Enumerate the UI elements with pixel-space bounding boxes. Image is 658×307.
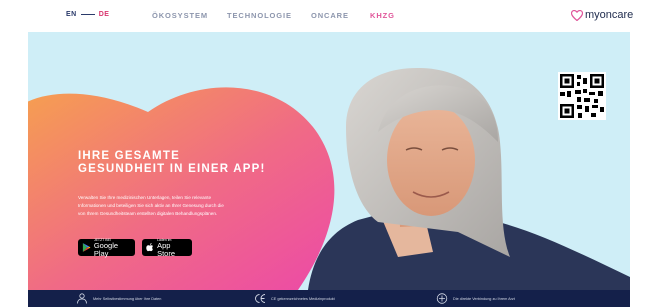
headline-line-1: IHRE GESAMTE	[78, 150, 180, 162]
qr-code-image	[558, 72, 606, 120]
description-line-3: von Ihrem Gesundheitsteam erstellten dig…	[78, 211, 218, 216]
lang-divider	[80, 14, 95, 15]
feature-item: Mehr Selbstbestimmung über Ihre Daten	[76, 293, 161, 304]
language-switcher: EN DE	[66, 11, 109, 18]
nav-link-technologie[interactable]: TECHNOLOGIE	[227, 11, 292, 20]
feature-bar: Mehr Selbstbestimmung über Ihre Daten CE…	[28, 290, 630, 307]
plus-circle-icon	[436, 293, 448, 304]
feature-text: Die direkte Verbindung zu Ihrem Arzt	[453, 296, 515, 301]
description-line-1: Verwalten Sie Ihre medizinischen Unterla…	[78, 195, 212, 200]
hero-description: Verwalten Sie Ihre medizinischen Unterla…	[78, 194, 303, 218]
hero-section: IHRE GESAMTE GESUNDHEIT IN EINER APP! Ve…	[28, 32, 630, 290]
nav-link-khzg[interactable]: KHZG	[370, 11, 395, 20]
feature-item: Die direkte Verbindung zu Ihrem Arzt	[436, 293, 515, 304]
app-store-label: App Store	[157, 240, 176, 258]
feature-text: Mehr Selbstbestimmung über Ihre Daten	[93, 296, 162, 301]
lang-de-link[interactable]: DE	[99, 11, 110, 18]
ce-mark-icon	[255, 294, 266, 303]
nav-link-oncare[interactable]: ONCARE	[311, 11, 349, 20]
hero-headline: IHRE GESAMTE GESUNDHEIT IN EINER APP!	[78, 150, 318, 176]
feature-text: CE gekennzeichnetes Medizinprodukt	[271, 296, 335, 301]
app-store-button[interactable]: Laden im App Store	[142, 238, 192, 258]
nav-link-oekosystem[interactable]: ÖKOSYSTEM	[152, 11, 208, 20]
headline-line-2: GESUNDHEIT IN EINER APP!	[78, 163, 266, 175]
feature-item: CE gekennzeichnetes Medizinprodukt	[254, 293, 335, 304]
top-navigation: EN DE ÖKOSYSTEM TECHNOLOGIE ONCARE KHZG …	[0, 0, 658, 32]
description-line-2: Informationen und beteiligen Sie sich ak…	[78, 203, 224, 208]
myoncare-logo[interactable]: myoncare	[571, 9, 633, 21]
lang-en-link[interactable]: EN	[66, 11, 77, 18]
doctor-icon	[77, 293, 87, 304]
google-play-label: Google Play	[93, 240, 119, 258]
heart-logo-icon	[571, 9, 583, 21]
google-play-icon	[82, 243, 91, 252]
google-play-button[interactable]: JETZT BEI Google Play	[78, 238, 135, 258]
logo-text: myoncare	[585, 9, 634, 21]
gradient-heart-shape	[28, 87, 335, 290]
apple-icon	[146, 243, 154, 252]
